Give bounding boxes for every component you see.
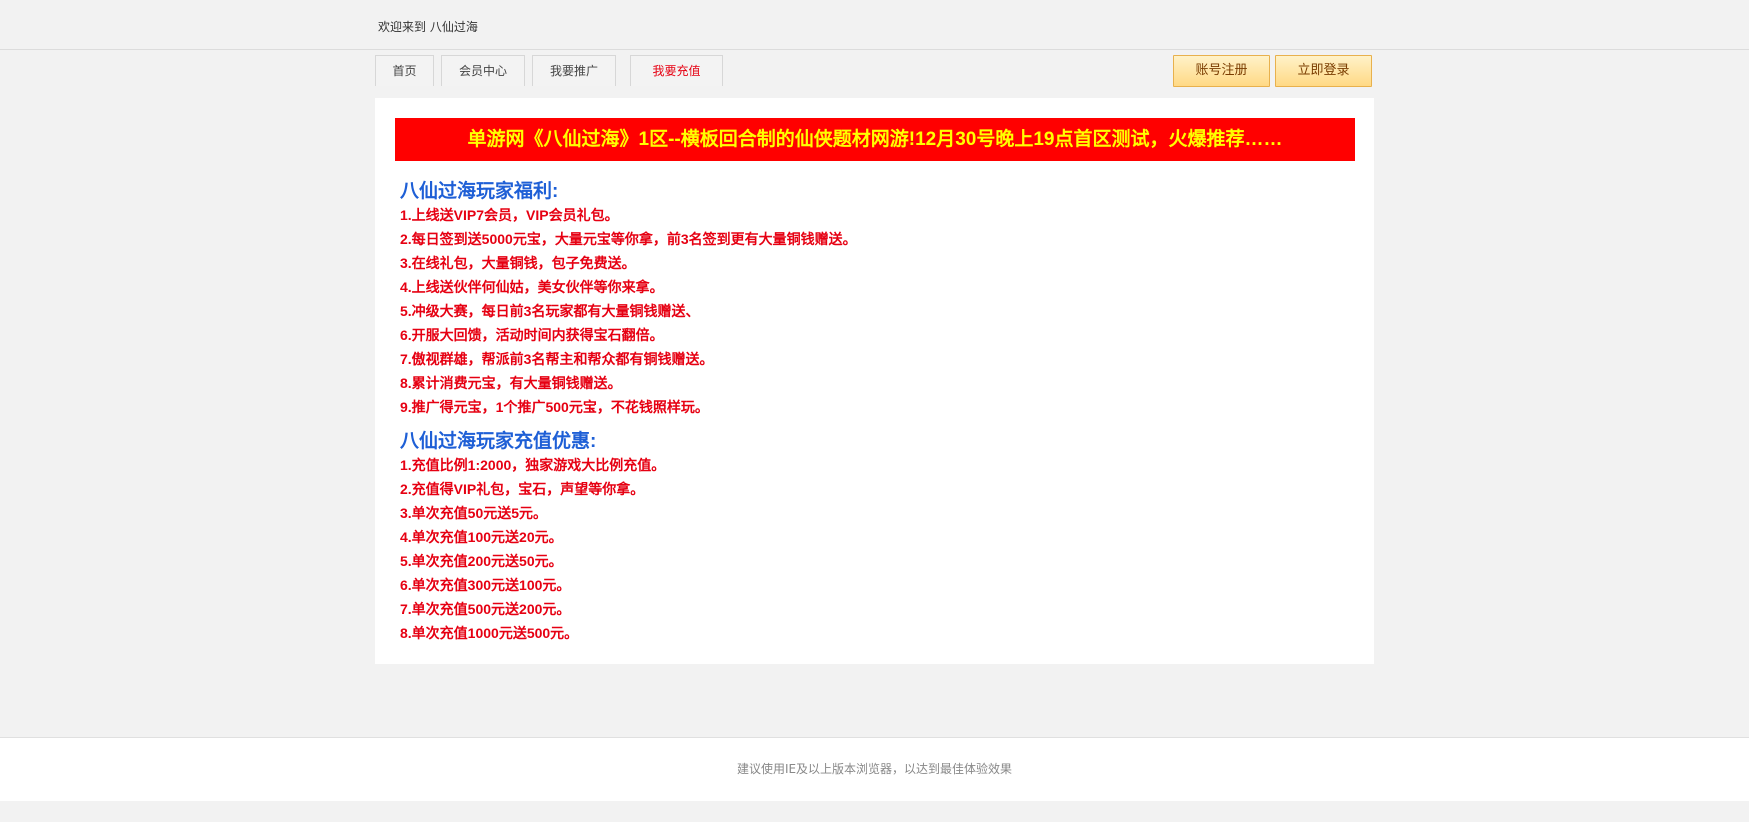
list-item: 1.充值比例1:2000，独家游戏大比例充值。 bbox=[400, 457, 666, 473]
browser-tip: 建议使用IE及以上版本浏览器，以达到最佳体验效果 bbox=[736, 762, 1013, 776]
tab-member-center[interactable]: 会员中心 bbox=[441, 55, 525, 86]
tab-promotion[interactable]: 我要推广 bbox=[532, 55, 616, 86]
recharge-list: 1.充值比例1:2000，独家游戏大比例充值。 2.充值得VIP礼包，宝石，声望… bbox=[400, 453, 665, 645]
list-item: 5.冲级大赛，每日前3名玩家都有大量铜钱赠送、 bbox=[400, 303, 700, 319]
list-item: 3.在线礼包，大量铜钱，包子免费送。 bbox=[400, 255, 636, 271]
tab-recharge[interactable]: 我要充值 bbox=[630, 55, 723, 86]
list-item: 6.开服大回馈，活动时间内获得宝石翻倍。 bbox=[400, 327, 664, 343]
list-item: 2.充值得VIP礼包，宝石，声望等你拿。 bbox=[400, 481, 645, 497]
list-item: 4.上线送伙伴何仙姑，美女伙伴等你来拿。 bbox=[400, 279, 664, 295]
welfare-list: 1.上线送VIP7会员，VIP会员礼包。 2.每日签到送5000元宝，大量元宝等… bbox=[400, 203, 857, 419]
list-item: 7.傲视群雄，帮派前3名帮主和帮众都有铜钱赠送。 bbox=[400, 351, 714, 367]
list-item: 4.单次充值100元送20元。 bbox=[400, 529, 563, 545]
register-button[interactable]: 账号注册 bbox=[1173, 55, 1270, 87]
promo-banner: 单游网《八仙过海》1区--横板回合制的仙侠题材网游!12月30号晚上19点首区测… bbox=[395, 118, 1355, 161]
bottom-strip bbox=[0, 801, 1749, 822]
list-item: 8.单次充值1000元送500元。 bbox=[400, 625, 579, 641]
list-item: 2.每日签到送5000元宝，大量元宝等你拿，前3名签到更有大量铜钱赠送。 bbox=[400, 231, 857, 247]
list-item: 7.单次充值500元送200元。 bbox=[400, 601, 571, 617]
footer: 建议使用IE及以上版本浏览器，以达到最佳体验效果 bbox=[0, 737, 1749, 801]
content-panel: 单游网《八仙过海》1区--横板回合制的仙侠题材网游!12月30号晚上19点首区测… bbox=[375, 98, 1374, 664]
list-item: 1.上线送VIP7会员，VIP会员礼包。 bbox=[400, 207, 619, 223]
list-item: 6.单次充值300元送100元。 bbox=[400, 577, 571, 593]
list-item: 9.推广得元宝，1个推广500元宝，不花钱照样玩。 bbox=[400, 399, 709, 415]
welcome-text: 欢迎来到 八仙过海 bbox=[378, 20, 478, 34]
top-bar: 欢迎来到 八仙过海 bbox=[0, 0, 1749, 50]
list-item: 8.累计消费元宝，有大量铜钱赠送。 bbox=[400, 375, 622, 391]
main-nav: 首页 会员中心 我要推广 我要充值 账号注册 立即登录 bbox=[375, 55, 1374, 87]
welfare-title: 八仙过海玩家福利: bbox=[400, 181, 559, 202]
login-button[interactable]: 立即登录 bbox=[1275, 55, 1372, 87]
list-item: 5.单次充值200元送50元。 bbox=[400, 553, 563, 569]
tab-home[interactable]: 首页 bbox=[375, 55, 434, 86]
recharge-title: 八仙过海玩家充值优惠: bbox=[400, 431, 597, 452]
list-item: 3.单次充值50元送5元。 bbox=[400, 505, 548, 521]
